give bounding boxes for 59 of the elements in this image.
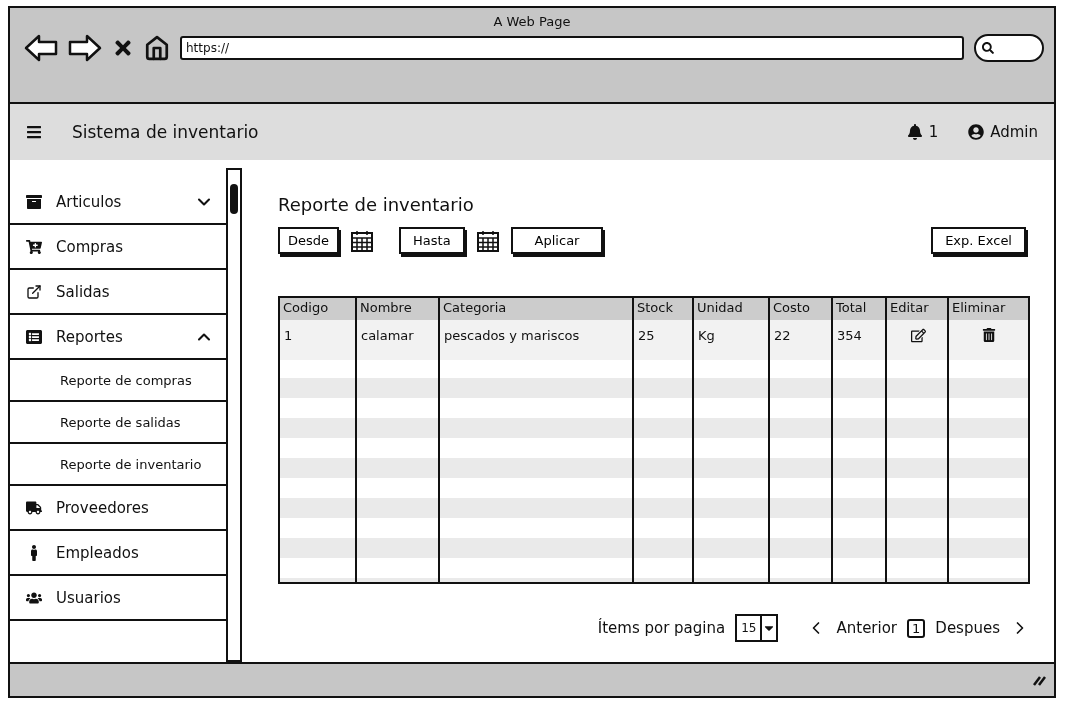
column-header: Nombre <box>357 298 440 320</box>
sidebar-subitem[interactable]: Reporte de inventario <box>10 444 227 486</box>
column-header: Eliminar <box>949 298 1028 320</box>
date-to-field[interactable]: Hasta <box>399 227 465 254</box>
sidebar-item[interactable]: Compras <box>10 225 227 270</box>
column-header: Total <box>833 298 887 320</box>
back-icon[interactable] <box>24 33 58 63</box>
cart-icon <box>26 238 42 255</box>
forward-icon[interactable] <box>68 33 102 63</box>
table-cell: 25 <box>634 320 694 360</box>
column-header: Costo <box>770 298 833 320</box>
archive-box-icon <box>26 193 42 210</box>
calendar-icon[interactable] <box>476 229 499 252</box>
column-header: Editar <box>887 298 949 320</box>
scrollbar[interactable] <box>226 168 242 662</box>
home-icon[interactable] <box>144 35 170 61</box>
sidebar-item[interactable]: Reportes <box>10 315 227 360</box>
page-title: Reporte de inventario <box>278 194 475 215</box>
previous-link[interactable]: Anterior <box>836 619 898 637</box>
date-from-field[interactable]: Desde <box>278 227 340 254</box>
list-icon <box>26 328 42 345</box>
edit-icon[interactable] <box>910 328 926 343</box>
apply-button[interactable]: Aplicar <box>510 227 604 254</box>
table-cell: 354 <box>833 320 887 360</box>
table-cell: pescados y mariscos <box>440 320 634 360</box>
sidebar-item[interactable]: Empleados <box>10 531 227 576</box>
per-page-select[interactable]: 15 <box>735 614 779 642</box>
search-field[interactable] <box>974 34 1044 62</box>
calendar-icon[interactable] <box>351 229 374 252</box>
column-header: Unidad <box>694 298 770 320</box>
items-per-page-label: Ítems por pagina <box>597 619 726 637</box>
menu-icon[interactable] <box>26 124 42 140</box>
page-number[interactable]: 1 <box>907 618 926 638</box>
bell-icon[interactable] <box>906 124 923 140</box>
next-link[interactable]: Despues <box>935 619 1000 637</box>
user-name[interactable]: Admin <box>990 123 1038 141</box>
sidebar-subitem[interactable]: Reporte de salidas <box>10 402 227 444</box>
app-title: Sistema de inventario <box>72 122 260 142</box>
table-cell: Kg <box>694 320 770 360</box>
search-icon <box>982 42 994 54</box>
column-header: Codigo <box>280 298 357 320</box>
external-link-icon <box>26 283 42 300</box>
export-excel-button[interactable]: Exp. Excel <box>931 227 1026 254</box>
window-title: A Web Page <box>493 13 571 29</box>
notification-count: 1 <box>928 123 939 141</box>
trash-icon[interactable] <box>981 328 996 342</box>
sidebar-item[interactable]: Proveedores <box>10 486 227 531</box>
table-cell: calamar <box>357 320 440 360</box>
column-header: Stock <box>634 298 694 320</box>
column-header: Categoria <box>440 298 634 320</box>
user-icon[interactable] <box>968 124 985 140</box>
url-field[interactable]: https:// <box>180 36 964 60</box>
table-cell: 1 <box>280 320 357 360</box>
sidebar-item[interactable]: Articulos <box>10 180 227 225</box>
truck-icon <box>26 499 42 516</box>
sidebar-item[interactable]: Salidas <box>10 270 227 315</box>
sidebar-subitem[interactable]: Reporte de compras <box>10 360 227 402</box>
sidebar-item[interactable]: Usuarios <box>10 576 227 621</box>
table-cell: 22 <box>770 320 833 360</box>
